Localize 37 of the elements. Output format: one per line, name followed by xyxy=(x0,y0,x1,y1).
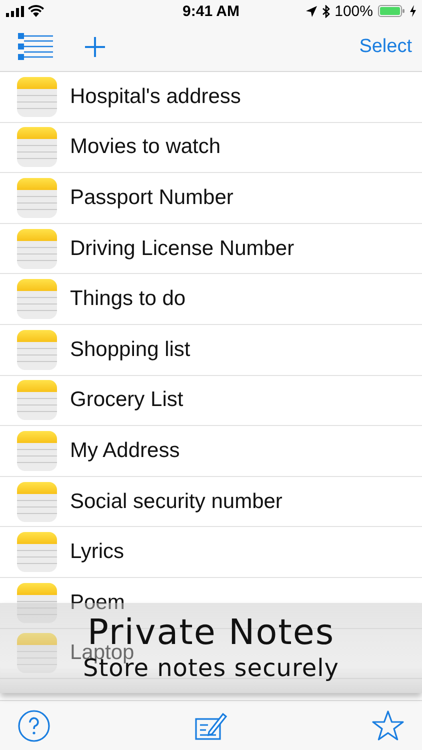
notepad-icon xyxy=(17,279,57,320)
notepad-icon xyxy=(17,228,57,269)
help-button[interactable] xyxy=(18,710,50,742)
note-title[interactable]: My Address xyxy=(70,438,180,463)
add-button[interactable] xyxy=(85,36,105,56)
notepad-icon xyxy=(17,532,57,572)
note-title[interactable]: Movies to watch xyxy=(70,135,221,160)
notepad-icon xyxy=(17,178,57,218)
notepad-icon xyxy=(17,330,57,370)
menu-button[interactable] xyxy=(18,33,53,60)
note-title[interactable]: Grocery List xyxy=(70,388,184,412)
location-icon xyxy=(306,6,317,16)
note-title[interactable]: Social security number xyxy=(70,490,282,514)
signal-icon xyxy=(6,6,24,16)
select-button[interactable]: Select xyxy=(359,36,412,58)
bluetooth-icon xyxy=(322,4,330,18)
note-title[interactable]: Hospital's address xyxy=(70,84,241,109)
note-title[interactable]: Shopping list xyxy=(70,338,190,362)
note-title[interactable]: Passport Number xyxy=(70,186,234,210)
note-title[interactable]: Lyrics xyxy=(70,540,124,564)
clock-time: 9:41 AM xyxy=(182,2,240,20)
wifi-icon xyxy=(28,5,44,17)
note-title[interactable]: Things to do xyxy=(70,287,186,312)
compose-button[interactable] xyxy=(195,710,227,740)
battery-percent: 100% xyxy=(334,2,373,20)
notepad-icon xyxy=(17,127,57,168)
charging-icon xyxy=(410,5,416,17)
notepad-icon xyxy=(17,76,57,117)
battery-icon xyxy=(378,5,405,17)
notepad-icon xyxy=(17,482,57,522)
note-title[interactable]: Poem xyxy=(70,590,125,615)
notepad-icon xyxy=(17,633,57,674)
notepad-icon xyxy=(17,430,57,471)
notepad-icon xyxy=(17,582,57,623)
note-title[interactable]: Driving License Number xyxy=(70,236,294,261)
notepad-icon xyxy=(17,380,57,420)
favorites-button[interactable] xyxy=(372,710,404,741)
